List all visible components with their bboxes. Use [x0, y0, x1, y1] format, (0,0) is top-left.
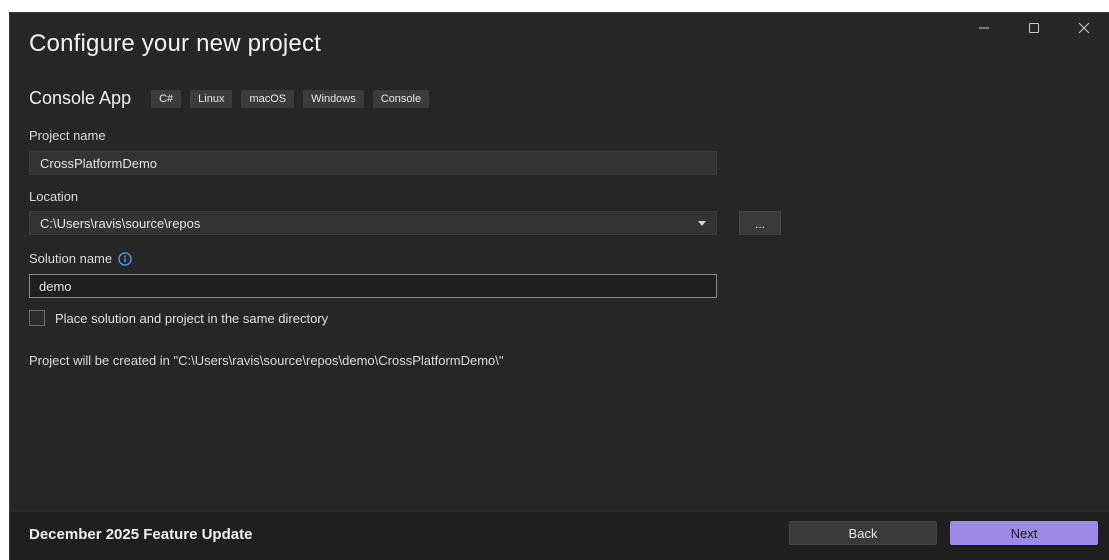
browse-button[interactable]: ... — [739, 211, 781, 235]
maximize-button[interactable] — [1009, 13, 1059, 43]
location-combobox[interactable]: C:\Users\ravis\source\repos — [29, 211, 717, 235]
solution-name-label-row: Solution name — [29, 251, 132, 266]
solution-name-label: Solution name — [29, 251, 113, 266]
page-title: Configure your new project — [29, 30, 322, 57]
project-name-label: Project name — [29, 128, 106, 143]
template-name: Console App — [29, 88, 132, 108]
tag-console: Console — [372, 89, 430, 108]
same-directory-option[interactable]: Place solution and project in the same d… — [29, 310, 328, 326]
back-button[interactable]: Back — [789, 521, 937, 545]
minimize-icon — [978, 22, 990, 34]
close-icon — [1078, 22, 1090, 34]
next-button[interactable]: Next — [950, 521, 1098, 545]
same-directory-label: Place solution and project in the same d… — [55, 310, 329, 326]
dialog-footer: December 2025 Feature Update Back Next — [10, 511, 1109, 560]
info-icon[interactable] — [118, 251, 132, 266]
tag-linux: Linux — [190, 89, 233, 108]
tag-windows: Windows — [303, 89, 364, 108]
chevron-down-icon[interactable] — [698, 220, 706, 226]
same-directory-checkbox[interactable] — [29, 310, 45, 326]
window-caption-buttons — [959, 13, 1109, 43]
minimize-button[interactable] — [959, 13, 1009, 43]
maximize-icon — [1028, 22, 1040, 34]
project-name-input[interactable] — [29, 151, 717, 175]
location-value: C:\Users\ravis\source\repos — [40, 215, 201, 231]
close-button[interactable] — [1059, 13, 1109, 43]
tag-csharp: C# — [151, 89, 182, 108]
project-path-info: Project will be created in "C:\Users\rav… — [29, 353, 504, 368]
solution-name-input[interactable] — [29, 274, 717, 298]
feature-update-text: December 2025 Feature Update — [29, 526, 253, 543]
template-header: Console App C# Linux macOS Windows Conso… — [29, 88, 438, 109]
tag-macos: macOS — [241, 89, 295, 108]
location-label: Location — [29, 189, 79, 204]
configure-project-dialog: Configure your new project Console App C… — [9, 12, 1109, 560]
